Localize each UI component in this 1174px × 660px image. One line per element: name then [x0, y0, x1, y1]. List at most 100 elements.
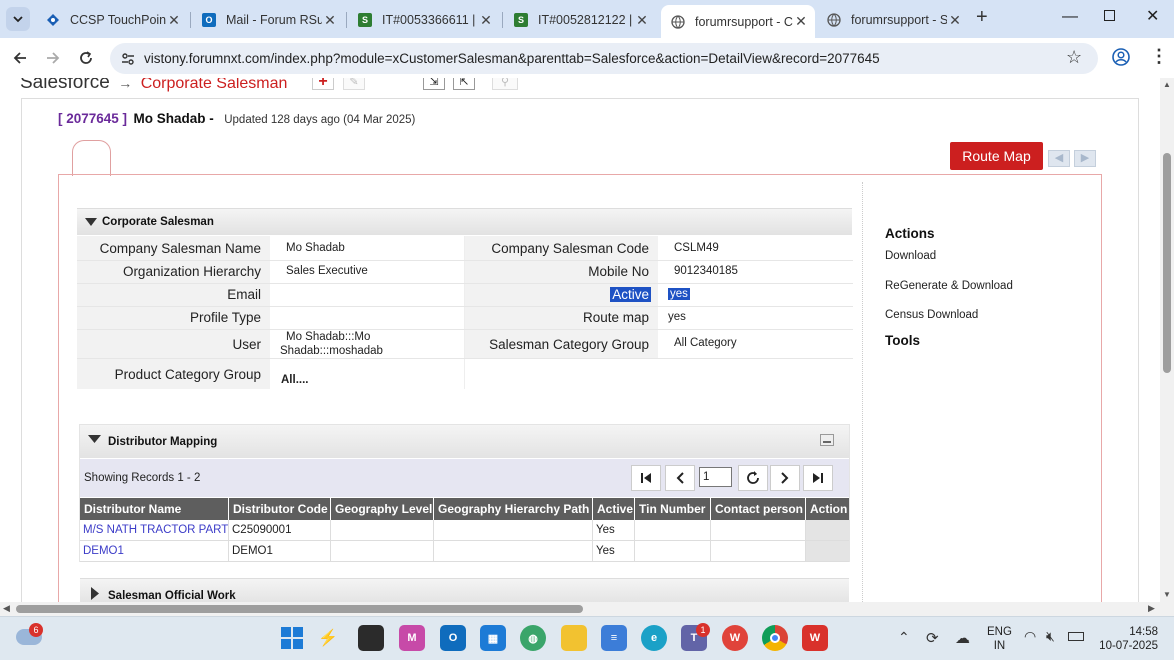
prev-page-button[interactable] — [665, 465, 695, 491]
column-header[interactable]: Geography Hierarchy Path — [434, 498, 593, 520]
profile-icon[interactable] — [1112, 48, 1130, 66]
first-page-icon — [641, 473, 651, 483]
new-tab-button[interactable]: + — [976, 6, 988, 29]
detail-tab[interactable] — [72, 140, 111, 176]
clock[interactable]: 14:58 10-07-2025 — [1096, 625, 1158, 653]
minimize-button[interactable]: — — [1062, 8, 1078, 26]
breadcrumb-arrow-icon: → — [118, 78, 133, 91]
distributor-header[interactable]: Distributor Mapping — [80, 425, 849, 458]
language-indicator[interactable]: ENG IN — [987, 625, 1012, 653]
collapse-triangle-icon[interactable] — [85, 218, 97, 227]
close-tab-icon[interactable]: ✕ — [793, 13, 809, 30]
close-tab-icon[interactable]: ✕ — [322, 12, 338, 29]
add-icon[interactable]: + — [312, 78, 334, 90]
globe-taskbar-icon[interactable]: ◍ — [520, 625, 546, 651]
maximize-button[interactable] — [1104, 10, 1115, 21]
column-header[interactable]: Action — [806, 498, 849, 520]
wps-sheet-icon[interactable]: W — [802, 625, 828, 651]
browser-tab[interactable]: forumrsupport - S ✕ — [817, 5, 969, 35]
column-header[interactable]: Distributor Code — [229, 498, 331, 520]
action-cell[interactable] — [806, 541, 849, 561]
breadcrumb-current[interactable]: Corporate Salesman — [141, 78, 288, 92]
page-number-input[interactable]: 1 — [699, 467, 732, 487]
search-icon[interactable]: ⚲ — [492, 78, 518, 90]
vertical-scroll-thumb[interactable] — [1163, 153, 1171, 373]
close-tab-icon[interactable]: ✕ — [634, 12, 650, 29]
close-tab-icon[interactable]: ✕ — [947, 12, 963, 29]
notepad-icon[interactable]: ≡ — [601, 625, 627, 651]
browser-tab[interactable]: O Mail - Forum RSup ✕ — [192, 5, 344, 35]
sync-icon[interactable]: ⟳ — [926, 629, 939, 647]
export-icon[interactable]: ⇱ — [453, 78, 475, 90]
action-census-link[interactable]: Census Download — [885, 309, 978, 321]
column-header[interactable]: Active — [593, 498, 635, 520]
field-value: yes — [668, 311, 686, 323]
battery-icon[interactable] — [1068, 632, 1084, 641]
column-header[interactable]: Distributor Name — [80, 498, 229, 520]
action-cell[interactable] — [806, 520, 849, 540]
next-page-button[interactable] — [770, 465, 800, 491]
file-explorer-icon[interactable] — [561, 625, 587, 651]
distributor-name-link[interactable]: DEMO1 — [80, 541, 229, 561]
browser-tab[interactable]: S IT#0052812122 | S ✕ — [504, 5, 656, 35]
last-page-button[interactable] — [803, 465, 833, 491]
browser-tab[interactable]: S IT#0053366611 | S ✕ — [348, 5, 500, 35]
back-icon[interactable] — [12, 50, 28, 66]
close-window-button[interactable]: ✕ — [1146, 6, 1159, 26]
outlook-taskbar-icon[interactable]: O — [440, 625, 466, 651]
cloud-icon[interactable]: ☁ — [955, 629, 970, 647]
forward-icon[interactable] — [45, 50, 61, 66]
column-header[interactable]: Tin Number — [635, 498, 711, 520]
close-tab-icon[interactable]: ✕ — [166, 12, 182, 29]
distributor-name-link[interactable]: M/S NATH TRACTOR PART — [80, 520, 229, 540]
next-record-icon[interactable]: ▶ — [1074, 150, 1096, 167]
distributor-title: Distributor Mapping — [108, 436, 218, 448]
chrome-icon[interactable] — [762, 625, 788, 651]
app-window-icon[interactable] — [358, 625, 384, 651]
vertical-scrollbar[interactable]: ▲ ▼ — [1160, 78, 1174, 602]
section-header[interactable]: Corporate Salesman — [77, 208, 852, 235]
edit-icon[interactable]: ✎ — [343, 78, 365, 90]
menu-kebab-icon[interactable]: ⋮ — [1150, 46, 1168, 67]
minimize-section-icon[interactable] — [820, 434, 834, 446]
wifi-icon[interactable]: ◠ — [1024, 628, 1036, 645]
chevron-left-icon — [676, 472, 684, 484]
search-taskbar-icon[interactable]: ⚡ — [315, 625, 341, 651]
action-download-link[interactable]: Download — [885, 250, 936, 262]
windows-start-icon[interactable] — [279, 625, 305, 651]
reload-icon[interactable] — [78, 50, 94, 66]
refresh-icon — [747, 471, 759, 484]
official-work-header[interactable]: Salesman Official Work — [80, 578, 849, 602]
column-header[interactable]: Geography Level — [331, 498, 434, 520]
browser-tab[interactable]: CCSP TouchPoint - ✕ — [36, 5, 188, 35]
wps-icon[interactable]: W — [722, 625, 748, 651]
store-icon[interactable]: ▦ — [480, 625, 506, 651]
bookmark-star-icon[interactable]: ☆ — [1066, 47, 1082, 68]
horizontal-scrollbar[interactable]: ◀ ▶ — [0, 602, 1174, 616]
import-icon[interactable]: ⇲ — [423, 78, 445, 90]
prev-record-icon[interactable]: ◀ — [1048, 150, 1070, 167]
refresh-button[interactable] — [738, 465, 768, 491]
address-bar[interactable]: vistony.forumnxt.com/index.php?module=xC… — [110, 43, 1098, 74]
first-page-button[interactable] — [631, 465, 661, 491]
route-map-button[interactable]: Route Map — [950, 142, 1043, 170]
close-tab-icon[interactable]: ✕ — [478, 12, 494, 29]
expand-triangle-icon[interactable] — [91, 587, 100, 600]
volume-muted-icon[interactable]: 🔇︎ — [1046, 628, 1055, 645]
column-header[interactable]: Contact person — [711, 498, 806, 520]
breadcrumb-root[interactable]: Salesforce — [20, 78, 110, 93]
site-info-icon[interactable] — [120, 51, 136, 67]
show-hidden-icons[interactable]: ⌃ — [898, 629, 910, 646]
horizontal-scroll-thumb[interactable] — [16, 605, 583, 613]
m365-icon[interactable]: M — [399, 625, 425, 651]
tab-search-button[interactable] — [6, 7, 30, 31]
field-value-active: yes — [668, 288, 690, 300]
table-cell: Yes — [593, 541, 635, 561]
collapse-triangle-icon[interactable] — [88, 435, 101, 444]
action-regenerate-link[interactable]: ReGenerate & Download — [885, 280, 1013, 292]
field-value: 9012340185 — [674, 265, 738, 277]
last-page-icon — [813, 473, 823, 483]
table-cell: Yes — [593, 520, 635, 540]
edge-icon[interactable]: e — [641, 625, 667, 651]
browser-tab-active[interactable]: forumrsupport - C ✕ — [661, 5, 815, 38]
